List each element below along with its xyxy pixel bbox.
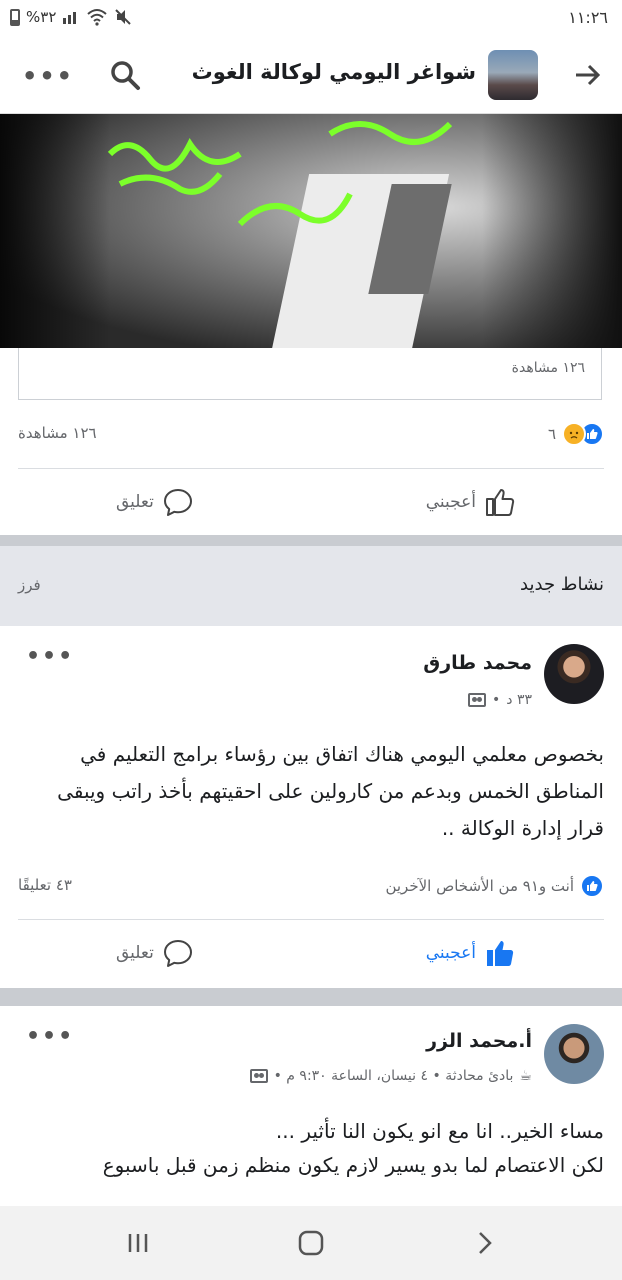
group-header: شواغر اليومي لوكالة الغوث ••• xyxy=(0,36,622,114)
reaction-count: ٦ xyxy=(547,425,556,443)
post-text-line: لكن الاعتصام لما بدو يسير لازم يكون منظم… xyxy=(102,1153,604,1177)
like-button[interactable]: أعجبني xyxy=(426,487,516,517)
comments-count[interactable]: ٤٣ تعليقًا xyxy=(18,876,72,894)
post-meta: ٣٣ د • xyxy=(468,692,532,708)
wifi-icon xyxy=(87,9,108,26)
new-activity-label: نشاط جديد xyxy=(520,574,604,595)
reactions-text: أنت و٩١ من الأشخاص الآخرين xyxy=(385,877,574,895)
avatar[interactable] xyxy=(544,644,604,704)
reaction-summary[interactable]: أنت و٩١ من الأشخاص الآخرين xyxy=(385,874,604,898)
section-separator xyxy=(0,988,622,1006)
battery-icon xyxy=(10,8,20,26)
post-author[interactable]: أ.محمد الزر xyxy=(426,1030,532,1052)
post-reactions-bar[interactable]: ٤٣ تعليقًا أنت و٩١ من الأشخاص الآخرين xyxy=(18,874,604,904)
post-views: ١٢٦ مشاهدة xyxy=(18,424,97,442)
post-reactions-bar[interactable]: ١٢٦ مشاهدة ٦ xyxy=(18,418,604,450)
signal-icon xyxy=(63,12,77,24)
post-card: أ.محمد الزر ☕ بادئ محادثة • ٤ نيسان، الس… xyxy=(0,1006,622,1206)
comment-icon xyxy=(163,489,192,516)
like-icon xyxy=(487,941,514,966)
reaction-summary[interactable]: ٦ xyxy=(548,422,604,446)
more-icon[interactable]: ••• xyxy=(26,644,74,669)
like-label: أعجبني xyxy=(425,492,476,512)
search-icon[interactable] xyxy=(108,58,142,92)
shared-video-views: ١٢٦ مشاهدة xyxy=(511,360,585,376)
video-thumbnail[interactable] xyxy=(0,114,622,348)
post-text: مساء الخير.. انا مع انو يكون النا تأثير … xyxy=(18,1114,604,1182)
shared-video-card[interactable]: ١٢٦ مشاهدة xyxy=(18,348,602,400)
comment-icon xyxy=(163,940,192,967)
post-meta-text: بادئ محادثة • ٤ نيسان، الساعة ٩:٣٠ م • xyxy=(273,1068,514,1084)
group-title[interactable]: شواغر اليومي لوكالة الغوث xyxy=(192,60,476,84)
like-icon xyxy=(580,874,604,898)
conversation-starter-icon: ☕ xyxy=(519,1068,532,1084)
post-author[interactable]: محمد طارق xyxy=(423,652,532,674)
comment-label: تعليق xyxy=(116,492,154,512)
recents-icon[interactable] xyxy=(124,1228,154,1258)
post-actions: أعجبني تعليق xyxy=(18,469,604,535)
battery-level: %٣٢ xyxy=(26,8,57,26)
post-meta: ☕ بادئ محادثة • ٤ نيسان، الساعة ٩:٣٠ م • xyxy=(249,1068,532,1084)
comment-button[interactable]: تعليق xyxy=(116,487,194,517)
like-icon xyxy=(486,489,515,516)
comment-label: تعليق xyxy=(116,943,154,963)
post-actions: أعجبني تعليق xyxy=(18,920,604,986)
sort-button[interactable]: فرز xyxy=(18,576,41,594)
section-separator xyxy=(0,535,622,546)
system-nav-bar xyxy=(0,1206,622,1280)
meta-separator: • xyxy=(492,692,501,708)
sad-reaction-icon xyxy=(562,422,586,446)
video-scribble xyxy=(107,121,453,227)
status-icons: %٣٢ xyxy=(10,8,132,26)
group-thumbnail[interactable] xyxy=(488,50,538,100)
more-icon[interactable]: ••• xyxy=(22,62,74,90)
clock: ١١:٢٦ xyxy=(568,8,608,27)
like-button[interactable]: أعجبني xyxy=(426,938,516,968)
like-label: أعجبني xyxy=(425,943,476,963)
home-icon[interactable] xyxy=(296,1228,326,1258)
post-text: بخصوص معلمي اليومي هناك اتفاق بين رؤساء … xyxy=(57,742,604,840)
group-icon xyxy=(249,1069,268,1083)
post-time[interactable]: ٣٣ د xyxy=(506,692,532,708)
back-arrow-icon[interactable] xyxy=(570,58,604,92)
new-activity-bar: نشاط جديد فرز xyxy=(0,546,622,626)
group-icon xyxy=(468,693,486,707)
back-nav-icon[interactable] xyxy=(470,1228,500,1258)
more-icon[interactable]: ••• xyxy=(26,1024,74,1049)
mute-icon xyxy=(115,9,132,25)
post-text-line: مساء الخير.. انا مع انو يكون النا تأثير … xyxy=(275,1119,604,1143)
post-card: محمد طارق ٣٣ د • ••• بخصوص معلمي اليومي … xyxy=(0,626,622,988)
comment-button[interactable]: تعليق xyxy=(116,938,194,968)
status-bar: %٣٢ ١١:٢٦ xyxy=(0,0,622,36)
avatar[interactable] xyxy=(544,1024,604,1084)
